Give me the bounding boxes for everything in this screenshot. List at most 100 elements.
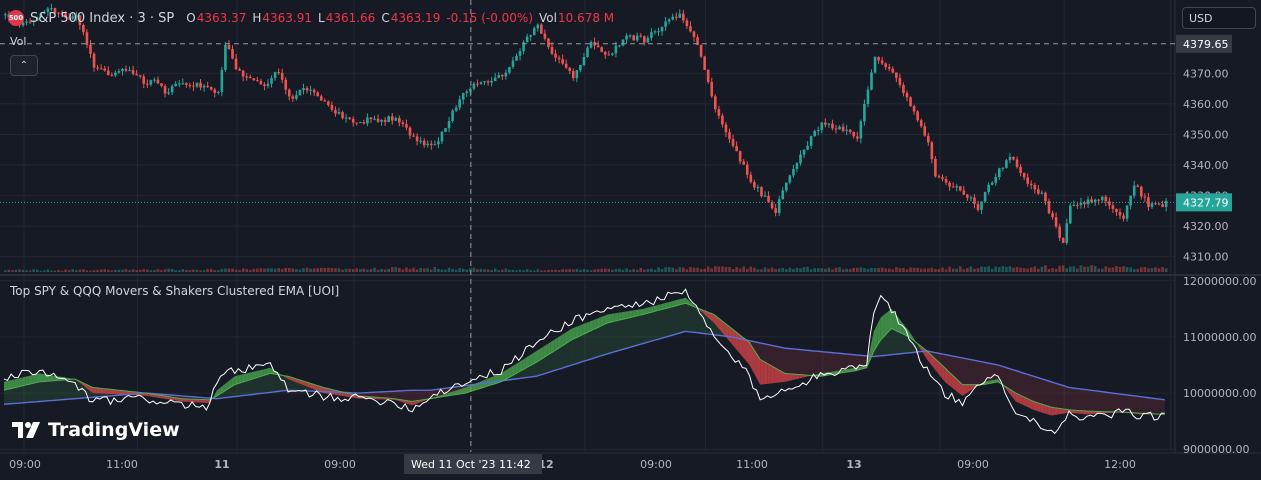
slow-cloud-segment xyxy=(639,314,643,344)
candle-body xyxy=(1080,203,1083,205)
candle-body xyxy=(629,35,632,36)
volume-bar xyxy=(178,270,181,272)
volume-bar xyxy=(955,269,958,272)
fast-cloud-segment xyxy=(40,373,44,381)
candle-body xyxy=(615,46,618,54)
crosshair-price-label: 4379.65 xyxy=(1183,38,1229,51)
candle-body xyxy=(164,86,167,93)
volume-bar xyxy=(540,271,543,272)
volume-bar xyxy=(565,269,568,272)
candle-body xyxy=(118,71,121,73)
candle-body xyxy=(103,69,106,71)
volume-bar xyxy=(586,270,589,272)
chart-svg[interactable]: 4310.004320.004330.004340.004350.004360.… xyxy=(0,0,1261,476)
candle-body xyxy=(984,192,987,202)
volume-bar xyxy=(359,269,362,272)
slow-cloud-segment xyxy=(647,313,651,343)
volume-bar xyxy=(462,269,465,272)
slow-cloud-segment xyxy=(405,390,409,400)
volume-pane-label[interactable]: Vol xyxy=(10,35,26,48)
volume-bar xyxy=(636,270,639,272)
fast-cloud-segment xyxy=(774,367,778,383)
slow-cloud-segment xyxy=(654,311,658,341)
volume-bar xyxy=(1140,267,1143,272)
candle-body xyxy=(387,116,390,122)
volume-bar xyxy=(970,266,973,272)
candle-body xyxy=(877,57,880,60)
time-tick-label: 09:00 xyxy=(324,458,356,471)
volume-bar xyxy=(36,270,39,272)
slow-cloud-segment xyxy=(586,331,590,360)
slow-cloud-segment xyxy=(1026,374,1030,400)
slow-cloud-segment xyxy=(657,310,661,340)
volume-bar xyxy=(508,270,511,272)
last-price-tag: 4327.79 xyxy=(1176,193,1232,211)
candle-body xyxy=(100,68,103,69)
volume-bar xyxy=(487,269,490,272)
volume-bar xyxy=(210,269,213,272)
candle-body xyxy=(256,80,259,81)
volume-bar xyxy=(1030,268,1033,272)
fast-cloud-segment xyxy=(96,388,100,394)
volume-bar xyxy=(217,270,220,272)
collapse-button[interactable]: ⌃ xyxy=(10,55,38,76)
candle-body xyxy=(1140,187,1143,197)
volume-bar xyxy=(160,270,163,272)
volume-bar xyxy=(959,266,962,272)
slow-cloud-segment xyxy=(1105,392,1109,412)
slow-cloud-segment xyxy=(43,381,47,401)
candle-body xyxy=(146,84,149,85)
volume-bar xyxy=(192,270,195,272)
slow-cloud-segment xyxy=(47,381,51,401)
volume-bar xyxy=(341,270,344,272)
candle-body xyxy=(735,146,738,151)
candle-body xyxy=(281,73,284,80)
volume-bar xyxy=(419,268,422,272)
volume-bar xyxy=(639,268,642,272)
candle-body xyxy=(167,92,170,93)
indicator-title[interactable]: Top SPY & QQQ Movers & Shakers Clustered… xyxy=(10,284,339,298)
volume-bar xyxy=(377,270,380,272)
candle-body xyxy=(473,84,476,89)
slow-cloud-segment xyxy=(395,391,399,399)
slow-cloud-segment xyxy=(789,348,793,373)
candle-body xyxy=(884,63,887,67)
volume-bar xyxy=(629,270,632,272)
candle-body xyxy=(206,86,209,87)
candle-body xyxy=(1105,197,1108,202)
candle-body xyxy=(199,83,202,88)
candle-body xyxy=(1122,215,1125,218)
volume-bar xyxy=(1051,268,1054,272)
candle-body xyxy=(462,93,465,99)
volume-bar xyxy=(355,268,358,272)
symbol-title[interactable]: S&P 500 Index · 3 · SP xyxy=(30,11,174,26)
candle-body xyxy=(892,69,895,73)
candle-body xyxy=(267,84,270,86)
slow-cloud-segment xyxy=(1147,398,1151,414)
currency-selector[interactable]: USD xyxy=(1182,7,1256,29)
candle-body xyxy=(93,54,96,68)
volume-bar xyxy=(867,269,870,272)
slow-cloud-segment xyxy=(18,386,22,403)
candle-body xyxy=(689,26,692,31)
candle-body xyxy=(334,110,337,114)
close-value: 4363.19 xyxy=(391,11,441,25)
volume-bar xyxy=(274,269,277,272)
volume-bar xyxy=(810,269,813,272)
slow-cloud-segment xyxy=(593,328,597,358)
slow-cloud-segment xyxy=(955,357,959,382)
candle-body xyxy=(160,83,163,86)
slow-cloud-segment xyxy=(1048,381,1052,407)
candle-body xyxy=(852,132,855,136)
volume-bar xyxy=(238,270,241,272)
volume-bar xyxy=(998,267,1001,272)
candle-body xyxy=(941,177,944,179)
candle-body xyxy=(1133,186,1136,196)
volume-bar xyxy=(537,269,540,272)
candle-body xyxy=(1051,213,1054,217)
candle-body xyxy=(125,69,128,71)
slow-cloud-segment xyxy=(551,351,555,372)
slow-cloud-segment xyxy=(22,385,26,403)
tradingview-logo[interactable]: TradingView xyxy=(12,419,180,441)
volume-bar xyxy=(558,270,561,272)
